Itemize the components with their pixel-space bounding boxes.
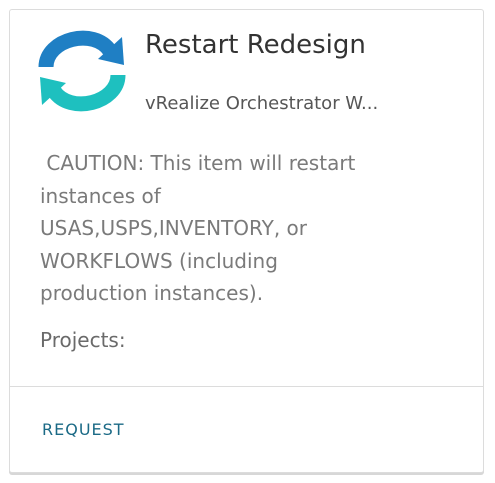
item-source-subtitle: vRealize Orchestrator W... — [145, 93, 379, 114]
request-button[interactable]: REQUEST — [42, 420, 125, 439]
item-title: Restart Redesign — [145, 30, 366, 60]
card-divider — [10, 386, 483, 387]
refresh-icon — [38, 27, 126, 115]
item-description: CAUTION: This item will restart instance… — [40, 151, 356, 305]
catalog-item-card: Restart Redesign vRealize Orchestrator W… — [9, 9, 484, 473]
projects-label: Projects: — [40, 328, 126, 352]
